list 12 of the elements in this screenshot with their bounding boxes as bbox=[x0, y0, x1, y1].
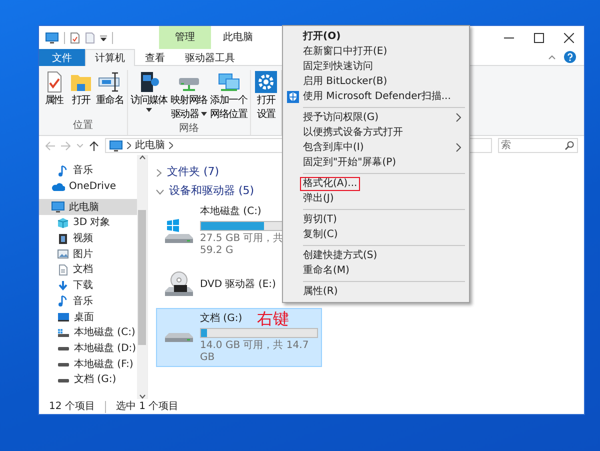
drive-name: 文档 (G:) bbox=[200, 312, 242, 326]
group-label: 网络 bbox=[178, 122, 199, 136]
address-path: 此电脑 bbox=[135, 138, 165, 153]
drive-name: DVD 驱动器 (E:) bbox=[200, 278, 276, 292]
free-space: 27.5 GB 可用，共 59.2 G bbox=[200, 233, 284, 257]
selection-count: 选中 1 个项目 bbox=[116, 400, 179, 414]
free-space: 14.0 GB 可用，共 14.7 GB bbox=[200, 340, 310, 364]
annotation-text: 右键 bbox=[257, 311, 289, 327]
group-label: 位置 bbox=[72, 118, 93, 133]
drive-name: 本地磁盘 (C:) bbox=[200, 204, 262, 219]
item-count: 12 个项目 bbox=[49, 400, 95, 414]
window-title: 此电脑 bbox=[223, 30, 253, 45]
